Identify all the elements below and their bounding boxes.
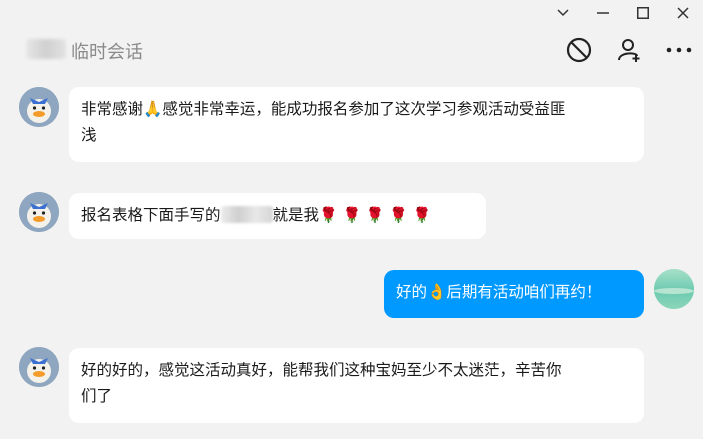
message-text: 浅	[81, 126, 97, 144]
sender-avatar[interactable]	[19, 347, 59, 387]
message-bubble-2[interactable]: 报名表格下面手写的 就是我🌹 🌹 🌹 🌹 🌹	[69, 193, 486, 239]
message-text: 感觉非常幸运，能成功报名参加了这次学习参观活动受益匪	[162, 100, 566, 118]
window-controls	[543, 0, 703, 26]
message-bubble-4[interactable]: 好的好的，感觉这活动真好，能帮我们这种宝妈至少不太迷茫，辛苦你 们了	[69, 348, 644, 423]
more-icon[interactable]	[663, 34, 695, 66]
message-text: 们了	[81, 387, 113, 405]
maximize-icon[interactable]	[623, 0, 663, 26]
message-text: 非常感谢	[81, 100, 144, 118]
chat-header: 临时会话	[0, 26, 703, 74]
chat-title: 临时会话	[71, 42, 143, 63]
blurred-name	[220, 206, 273, 223]
chevron-down-icon[interactable]	[543, 0, 583, 26]
message-bubble-1[interactable]: 非常感谢🙏感觉非常幸运，能成功报名参加了这次学习参观活动受益匪 浅	[69, 87, 644, 162]
block-icon[interactable]	[563, 34, 595, 66]
sender-avatar[interactable]	[19, 192, 59, 232]
pray-emoji: 🙏	[143, 100, 163, 118]
add-friend-icon[interactable]	[614, 34, 646, 66]
contact-name-blurred	[26, 39, 66, 59]
message-bubble-3[interactable]: 好的👌后期有活动咱们再约！	[384, 270, 644, 318]
self-avatar[interactable]	[654, 269, 694, 309]
message-text: 后期有活动咱们再约！	[446, 283, 602, 301]
message-text: 就是我	[272, 206, 320, 224]
message-text: 报名表格下面手写的	[81, 206, 221, 224]
message-text: 好的	[396, 283, 428, 301]
rose-emojis: 🌹 🌹 🌹 🌹 🌹	[319, 206, 432, 224]
close-icon[interactable]	[663, 0, 703, 26]
message-text: 好的好的，感觉这活动真好，能帮我们这种宝妈至少不太迷茫，辛苦你	[81, 361, 562, 379]
sender-avatar[interactable]	[19, 87, 59, 127]
minimize-icon[interactable]	[583, 0, 623, 26]
ok-hand-emoji: 👌	[427, 283, 447, 301]
